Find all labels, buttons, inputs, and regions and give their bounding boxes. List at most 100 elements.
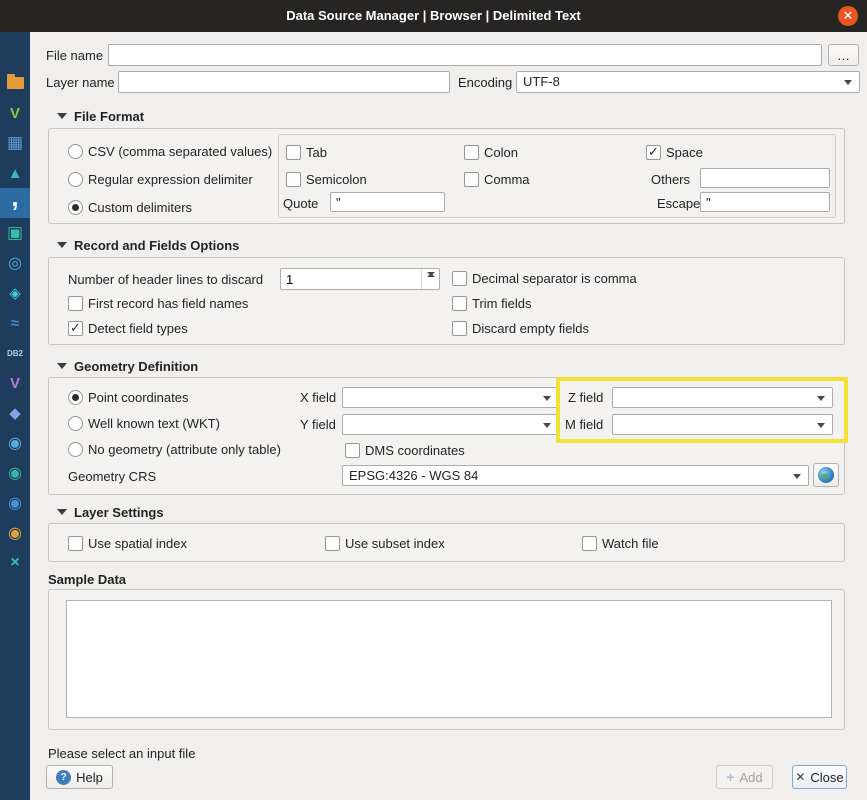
geometry-collapse-icon[interactable] xyxy=(57,363,67,369)
trim-fields-checkbox[interactable] xyxy=(452,296,467,311)
x-field-select[interactable] xyxy=(342,387,559,408)
first-record-checkbox[interactable] xyxy=(68,296,83,311)
titlebar[interactable]: Data Source Manager | Browser | Delimite… xyxy=(0,0,867,32)
sidebar-item-sap-hana[interactable]: ◆ xyxy=(0,398,30,428)
discard-empty-checkbox[interactable] xyxy=(452,321,467,336)
postgresql-icon: ≈ xyxy=(11,315,19,332)
z-field-label: Z field xyxy=(568,390,603,406)
file-name-input[interactable] xyxy=(108,44,822,66)
file-browse-label: … xyxy=(837,48,850,63)
watch-file-checkbox[interactable] xyxy=(582,536,597,551)
sidebar-item-delimited-text[interactable]: , xyxy=(0,188,30,218)
escape-input[interactable] xyxy=(700,192,830,212)
crs-picker-button[interactable] xyxy=(813,463,839,487)
tab-checkbox[interactable] xyxy=(286,145,301,160)
sidebar-item-wcs[interactable]: ◉ xyxy=(0,458,30,488)
encoding-select[interactable]: UTF-8 xyxy=(516,71,860,93)
quote-label: Quote xyxy=(283,196,318,212)
header-lines-spinbox[interactable] xyxy=(280,268,440,290)
spatial-index-label: Use spatial index xyxy=(88,536,187,552)
geometry-crs-select[interactable]: EPSG:4326 - WGS 84 xyxy=(342,465,809,486)
colon-checkbox[interactable] xyxy=(464,145,479,160)
m-field-select[interactable] xyxy=(612,414,833,435)
source-type-sidebar: V ▦ ▲ , ▣ ◎ ◈ ≈ DB2 V ◆ ◉ ◉ ◉ ◉ × xyxy=(0,32,30,800)
record-options-collapse-icon[interactable] xyxy=(57,242,67,248)
sidebar-item-postgresql[interactable]: ≈ xyxy=(0,308,30,338)
spatial-index-checkbox[interactable] xyxy=(68,536,83,551)
layer-settings-collapse-icon[interactable] xyxy=(57,509,67,515)
wcs-icon: ◉ xyxy=(8,463,22,483)
layer-name-label: Layer name xyxy=(46,75,115,91)
csv-radio[interactable] xyxy=(68,144,83,159)
comma-checkbox-label: Comma xyxy=(484,172,530,188)
regex-radio[interactable] xyxy=(68,172,83,187)
wkt-radio[interactable] xyxy=(68,416,83,431)
window-close-button[interactable]: ✕ xyxy=(838,6,858,26)
file-browse-button[interactable]: … xyxy=(828,44,859,66)
sidebar-item-vector[interactable]: V xyxy=(0,98,30,128)
comma-checkbox[interactable] xyxy=(464,172,479,187)
browser-folder-icon xyxy=(7,77,24,89)
z-field-select[interactable] xyxy=(612,387,833,408)
dms-coordinates-checkbox[interactable] xyxy=(345,443,360,458)
tab-checkbox-label: Tab xyxy=(306,145,327,161)
csv-radio-label: CSV (comma separated values) xyxy=(88,144,272,160)
file-format-collapse-icon[interactable] xyxy=(57,113,67,119)
spin-arrows xyxy=(421,269,439,289)
sidebar-item-vector-tile[interactable]: × xyxy=(0,548,30,578)
encoding-value: UTF-8 xyxy=(523,73,560,91)
file-name-label: File name xyxy=(46,48,103,64)
encoding-label: Encoding xyxy=(458,75,512,91)
space-checkbox[interactable] xyxy=(646,145,661,160)
vector-tile-icon: × xyxy=(10,554,19,572)
virtual-layer-icon: V xyxy=(10,375,20,392)
m-field-label: M field xyxy=(565,417,603,433)
subset-index-checkbox[interactable] xyxy=(325,536,340,551)
geometry-title: Geometry Definition xyxy=(74,359,198,375)
trim-fields-label: Trim fields xyxy=(472,296,531,312)
header-lines-input[interactable] xyxy=(281,269,420,289)
sidebar-item-wfs[interactable]: ◉ xyxy=(0,488,30,518)
discard-empty-label: Discard empty fields xyxy=(472,321,589,337)
point-coordinates-radio[interactable] xyxy=(68,390,83,405)
layer-settings-title: Layer Settings xyxy=(74,505,164,521)
window-title: Data Source Manager | Browser | Delimite… xyxy=(0,0,867,32)
gps-icon: ◎ xyxy=(8,253,22,273)
help-button[interactable]: ? Help xyxy=(46,765,113,789)
add-button[interactable]: + Add xyxy=(716,765,773,789)
escape-label: Escape xyxy=(657,196,700,212)
sidebar-item-geopackage[interactable]: ▣ xyxy=(0,218,30,248)
close-icon: ✕ xyxy=(795,770,805,784)
regex-radio-label: Regular expression delimiter xyxy=(88,172,253,188)
help-button-label: Help xyxy=(76,770,103,785)
sidebar-item-browser[interactable] xyxy=(0,68,30,98)
semicolon-checkbox[interactable] xyxy=(286,172,301,187)
geopackage-icon: ▣ xyxy=(7,223,23,243)
sidebar-item-wms-wmts[interactable]: ◉ xyxy=(0,428,30,458)
add-button-label: Add xyxy=(740,770,763,785)
layer-name-input[interactable] xyxy=(118,71,450,93)
sidebar-item-arcgis-rest[interactable]: ◉ xyxy=(0,518,30,548)
spin-down-icon[interactable] xyxy=(422,269,439,279)
close-button[interactable]: ✕ Close xyxy=(792,765,847,789)
custom-delimiters-radio-label: Custom delimiters xyxy=(88,200,192,216)
wfs-icon: ◉ xyxy=(8,493,22,513)
no-geometry-radio[interactable] xyxy=(68,442,83,457)
sidebar-item-gps[interactable]: ◎ xyxy=(0,248,30,278)
db2-icon: DB2 xyxy=(7,349,23,358)
sidebar-item-db2[interactable]: DB2 xyxy=(0,338,30,368)
header-lines-label: Number of header lines to discard xyxy=(68,272,263,288)
subset-index-label: Use subset index xyxy=(345,536,445,552)
detect-types-checkbox[interactable] xyxy=(68,321,83,336)
decimal-comma-label: Decimal separator is comma xyxy=(472,271,637,287)
sidebar-item-raster[interactable]: ▦ xyxy=(0,128,30,158)
sidebar-item-spatialite[interactable]: ◈ xyxy=(0,278,30,308)
help-icon: ? xyxy=(56,770,71,785)
others-input[interactable] xyxy=(700,168,830,188)
data-source-manager-dialog: Data Source Manager | Browser | Delimite… xyxy=(0,0,867,800)
sidebar-item-virtual-layer[interactable]: V xyxy=(0,368,30,398)
decimal-comma-checkbox[interactable] xyxy=(452,271,467,286)
custom-delimiters-radio[interactable] xyxy=(68,200,83,215)
quote-input[interactable] xyxy=(330,192,445,212)
y-field-select[interactable] xyxy=(342,414,559,435)
